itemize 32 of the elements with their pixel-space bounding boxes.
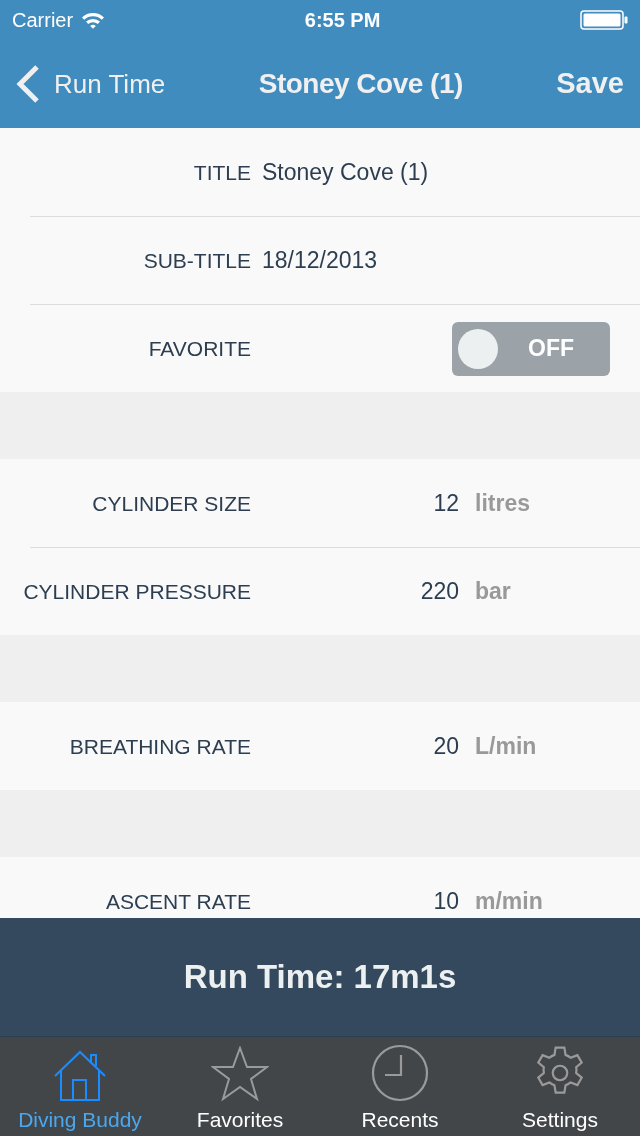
- number-value[interactable]: 220: [251, 580, 459, 603]
- tab-item[interactable]: Diving Buddy: [0, 1037, 160, 1136]
- number-value[interactable]: 20: [251, 734, 459, 758]
- field-label: CYLINDER PRESSURE: [22, 581, 251, 602]
- unit-label: bar: [475, 580, 511, 603]
- unit-label: m/min: [475, 889, 543, 913]
- star-icon: [211, 1046, 269, 1102]
- switch-knob-icon: [458, 328, 498, 369]
- number-value[interactable]: 10: [251, 889, 459, 913]
- chevron-left-icon: [16, 65, 40, 103]
- field-label: BREATHING RATE: [68, 735, 251, 757]
- field-label: SUB-TITLE: [142, 250, 251, 271]
- run-time-text: Run Time: 17m1s: [183, 957, 457, 998]
- field-label: TITLE: [192, 161, 251, 183]
- unit-label: L/min: [475, 734, 537, 758]
- tab-item[interactable]: Recents: [320, 1037, 480, 1136]
- field-value[interactable]: Stoney Cove (1): [262, 160, 429, 184]
- battery-icon: [580, 10, 628, 30]
- nav-title: Stoney Cove (1): [258, 67, 463, 101]
- status-time: 6:55 PM: [304, 8, 381, 33]
- unit-label: litres: [475, 491, 530, 515]
- field-label: CYLINDER SIZE: [91, 492, 251, 514]
- house-icon: [53, 1048, 107, 1102]
- tab-item[interactable]: Settings: [480, 1037, 640, 1136]
- field-value[interactable]: 18/12/2013: [262, 249, 378, 272]
- field-label: FAVORITE: [147, 338, 251, 359]
- carrier-label: Carrier: [12, 8, 74, 33]
- tab-item[interactable]: Favorites: [160, 1037, 320, 1136]
- number-value[interactable]: 12: [251, 491, 459, 515]
- wifi-icon: [81, 11, 106, 29]
- clock-icon: [371, 1044, 429, 1102]
- field-label: ASCENT RATE: [104, 890, 251, 912]
